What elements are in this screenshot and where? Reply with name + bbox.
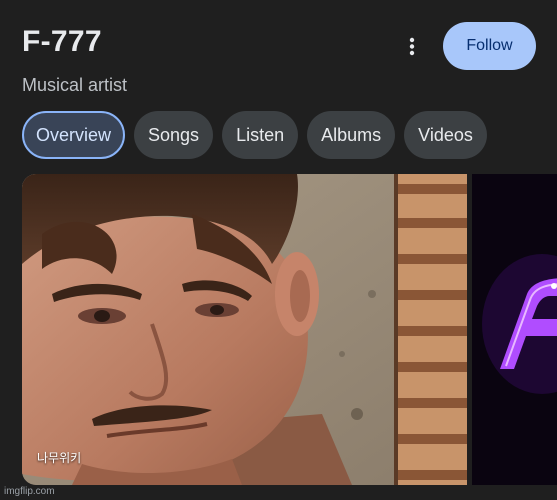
watermark: imgflip.com (4, 486, 55, 497)
image-source-label: 나무위키 (37, 451, 82, 465)
more-vert-icon (409, 37, 415, 56)
tab-albums[interactable]: Albums (307, 111, 396, 159)
album-art-image (472, 174, 557, 485)
more-options-button[interactable] (398, 30, 426, 62)
artist-type: Musical artist (22, 75, 128, 95)
artist-photo (22, 174, 467, 485)
artist-name: F-777 (22, 25, 102, 58)
knowledge-panel: F-777 Musical artist Follow Overview Son… (0, 0, 557, 500)
tab-overview[interactable]: Overview (22, 111, 126, 159)
tab-bar: Overview Songs Listen Albums Videos (22, 111, 487, 159)
tab-videos[interactable]: Videos (404, 111, 487, 159)
tab-songs[interactable]: Songs (134, 111, 214, 159)
album-art-card[interactable] (472, 174, 557, 485)
tab-listen[interactable]: Listen (222, 111, 299, 159)
follow-button[interactable]: Follow (443, 22, 536, 70)
artist-photo-card[interactable]: 나무위키 (22, 174, 467, 485)
